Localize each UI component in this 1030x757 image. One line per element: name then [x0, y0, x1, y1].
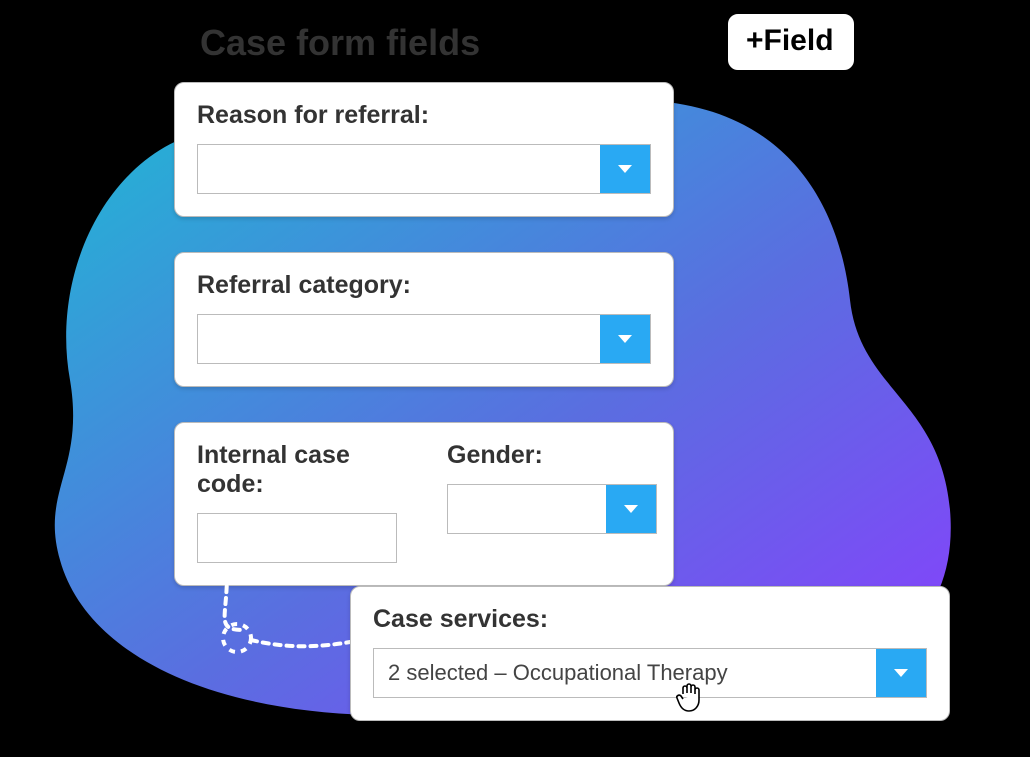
chevron-down-icon [606, 485, 656, 533]
case-services-select[interactable]: 2 selected – Occupational Therapy [373, 648, 927, 698]
field-card-code-gender[interactable]: Internal case code: Gender: [174, 422, 674, 586]
internal-case-code-input[interactable] [197, 513, 397, 563]
referral-reason-select[interactable] [197, 144, 651, 194]
select-value [198, 145, 600, 193]
gender-select[interactable] [447, 484, 657, 534]
chevron-down-icon [600, 145, 650, 193]
field-label: Case services: [373, 605, 927, 634]
referral-category-select[interactable] [197, 314, 651, 364]
field-label: Internal case code: [197, 441, 417, 499]
chevron-down-icon [600, 315, 650, 363]
field-card-referral-reason[interactable]: Reason for referral: [174, 82, 674, 217]
select-value: 2 selected – Occupational Therapy [374, 649, 876, 697]
select-value [198, 315, 600, 363]
select-value [448, 485, 606, 533]
field-label: Gender: [447, 441, 657, 470]
field-card-case-services[interactable]: Case services: 2 selected – Occupational… [350, 586, 950, 721]
chevron-down-icon [876, 649, 926, 697]
field-card-referral-category[interactable]: Referral category: [174, 252, 674, 387]
add-field-button[interactable]: +Field [724, 10, 858, 74]
page-title: Case form fields [200, 22, 480, 64]
field-label: Referral category: [197, 271, 651, 300]
field-label: Reason for referral: [197, 101, 651, 130]
